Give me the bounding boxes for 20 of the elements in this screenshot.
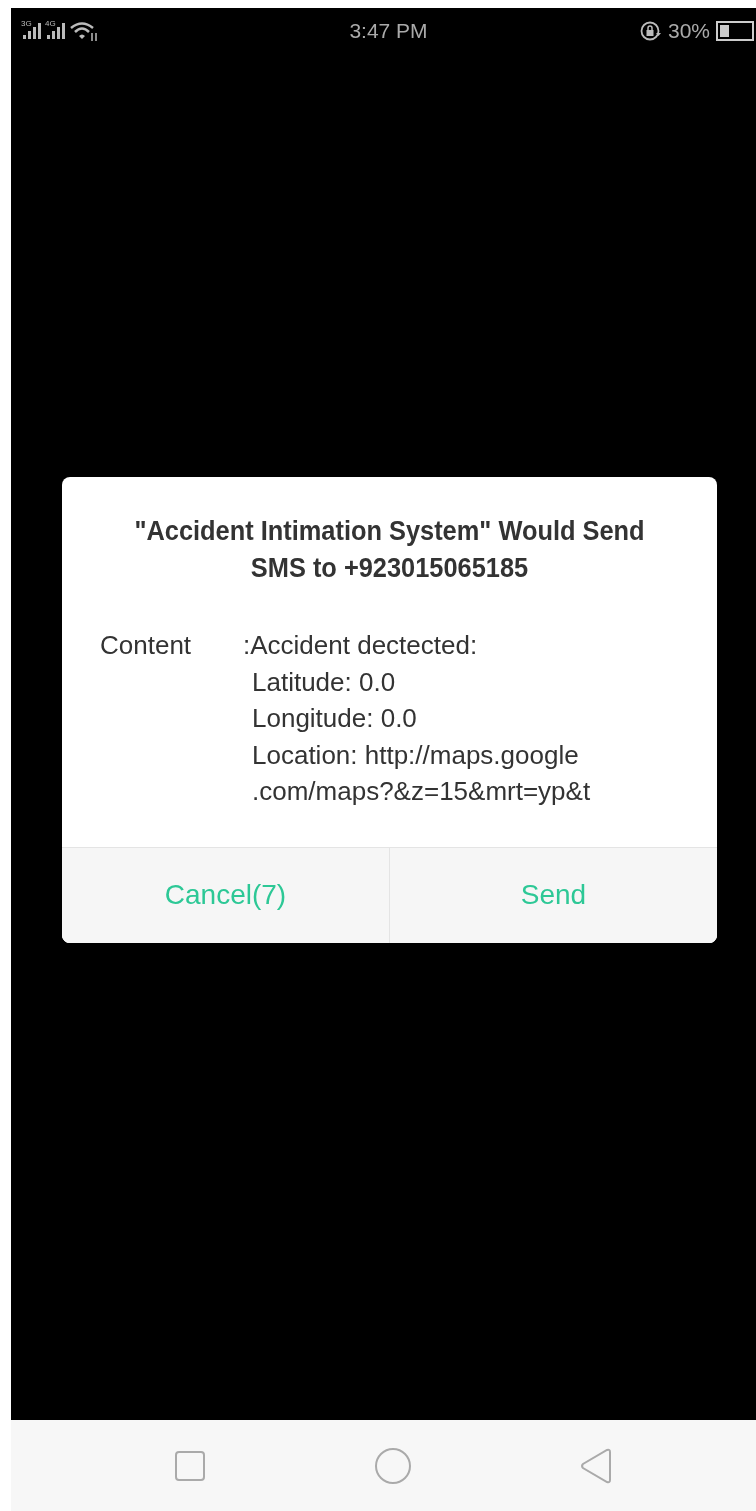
- network-label: 3G: [21, 18, 32, 28]
- circle-icon[interactable]: [374, 1446, 412, 1485]
- content-label: Content: [100, 629, 193, 662]
- dialog-button[interactable]: Send: [389, 847, 717, 943]
- square-icon[interactable]: [174, 1449, 206, 1482]
- dialog-title: "Accident Intimation System" Would Send SMS to +923015065185: [133, 515, 646, 585]
- wifi-icon: [69, 19, 99, 42]
- back-icon[interactable]: [580, 1447, 612, 1484]
- message-line: Longitude: 0.0: [251, 702, 418, 735]
- message-line: .com/maps?&z=15&mrt=yp&t: [251, 775, 591, 808]
- signal-icon: [47, 22, 65, 39]
- message-line: Location: http://maps.google: [251, 738, 580, 772]
- message-line: Latitude: 0.0: [251, 665, 397, 699]
- rotation-lock-icon: [639, 19, 662, 42]
- message-line: :Accident dectected:: [243, 629, 479, 662]
- signal-icon: [23, 22, 41, 39]
- battery-icon: [716, 20, 756, 41]
- clock: 3:47 PM: [349, 18, 428, 43]
- network-label: 4G: [45, 18, 56, 28]
- battery-percent: 30%: [667, 18, 710, 43]
